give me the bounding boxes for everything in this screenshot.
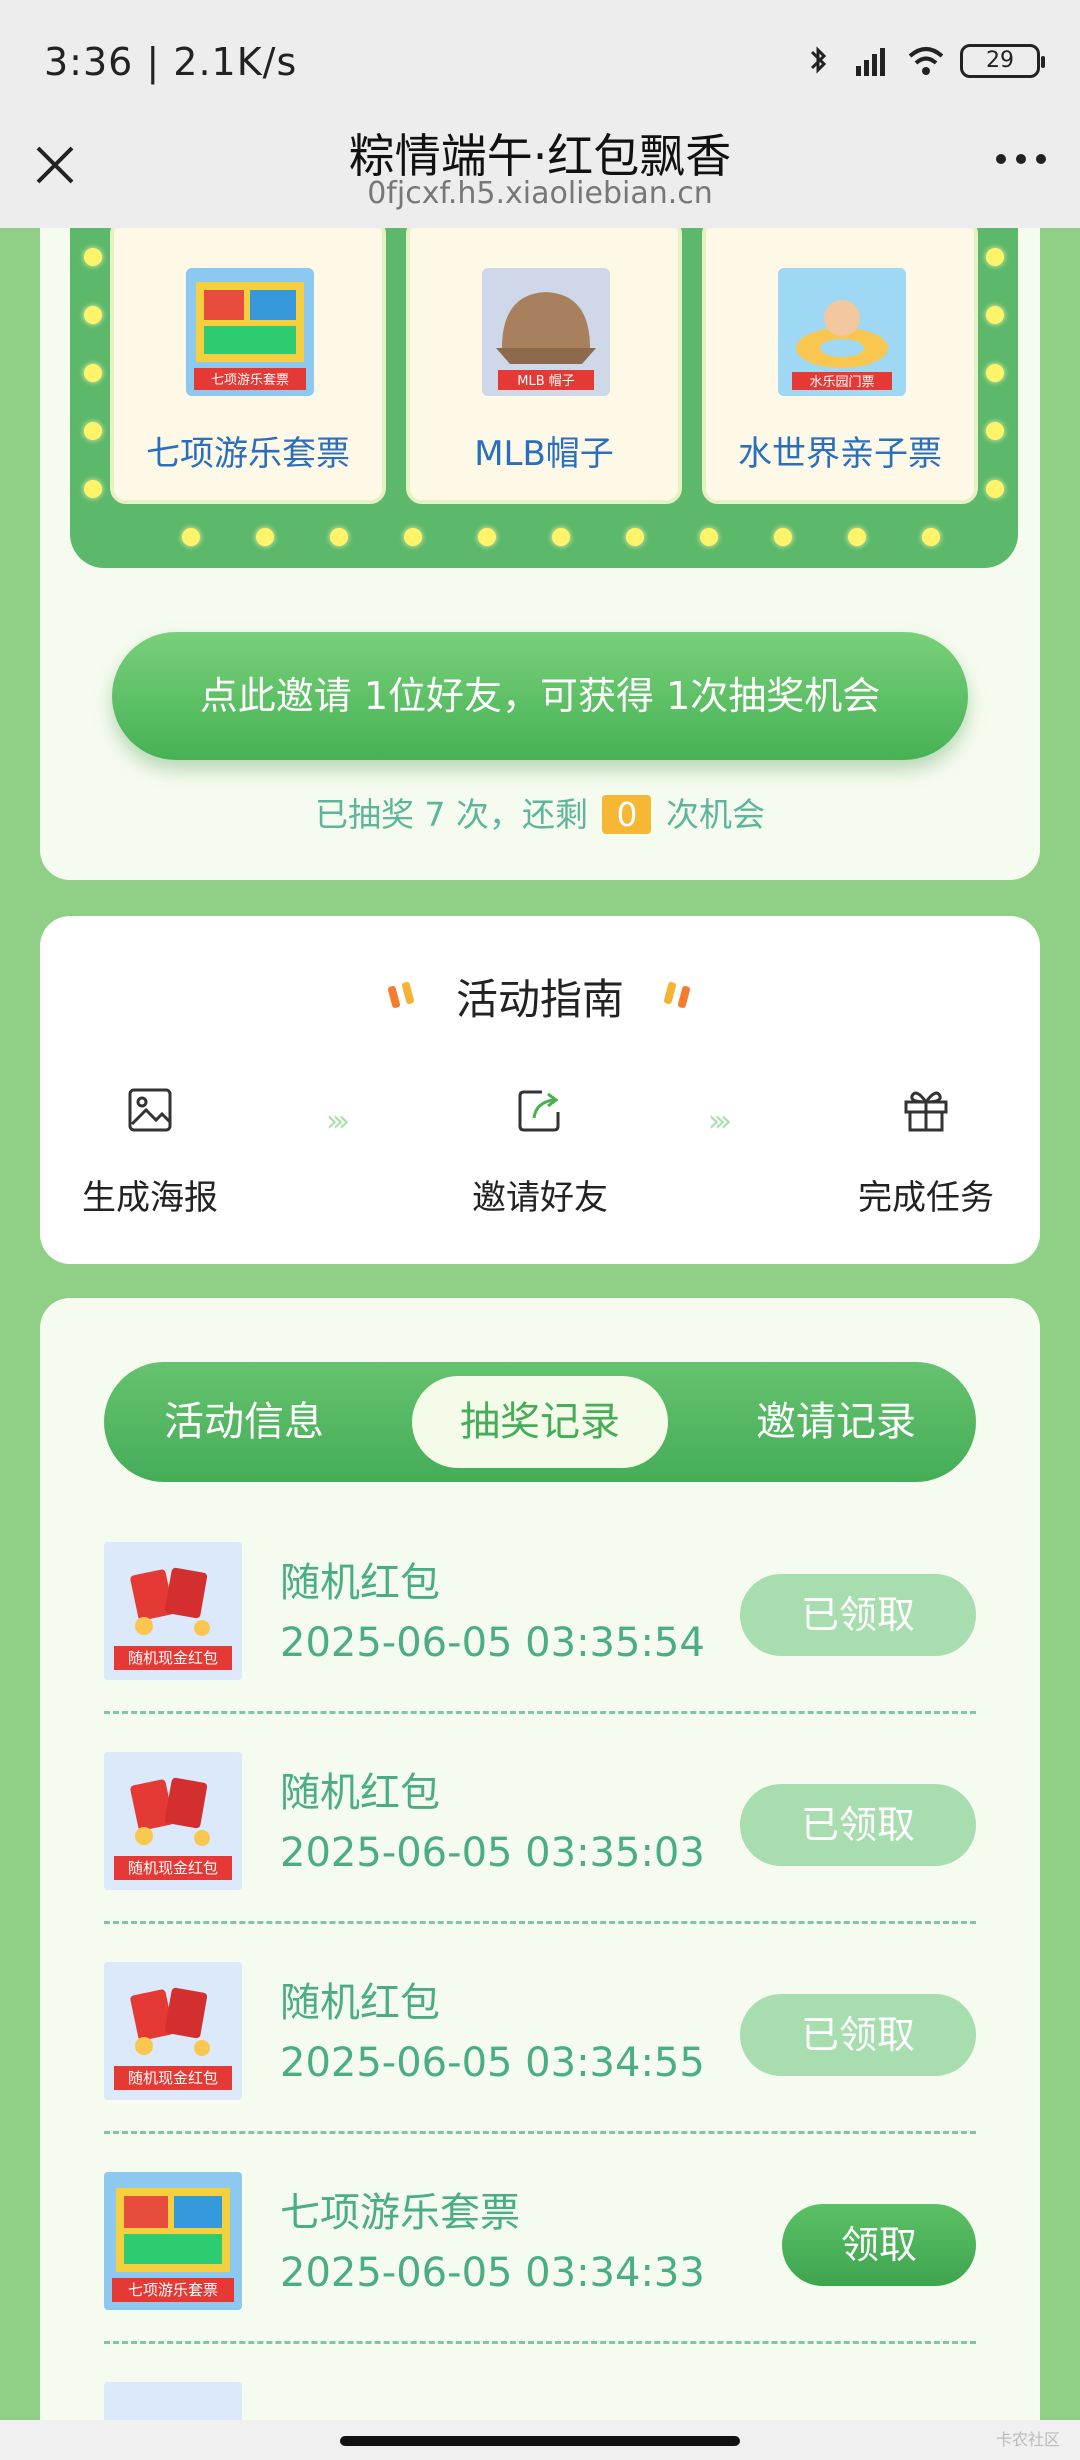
draw-count-prefix: 已抽奖 7 次，还剩 bbox=[315, 795, 588, 834]
remaining-count-badge: 0 bbox=[602, 795, 652, 834]
record-image-label: 七项游乐套票 bbox=[128, 2281, 218, 2299]
list-item: 随机现金红包 随机红包 2025-06-05 03:35:54 已领取 bbox=[104, 1504, 976, 1714]
partial-record-image bbox=[104, 2382, 242, 2420]
red-envelope-image: 随机现金红包 bbox=[104, 1752, 242, 1890]
page-content: 七项游乐套票 七项游乐套票 MLB 帽子 MLB帽子 水乐园门票 水世界亲子票 … bbox=[0, 228, 1080, 2420]
step-label: 完成任务 bbox=[858, 1178, 994, 1218]
list-item: 七项游乐套票 七项游乐套票 2025-06-05 03:34:33 领取 bbox=[104, 2134, 976, 2344]
poster-icon bbox=[128, 1088, 172, 1132]
nav-bar: 粽情端午·红包飘香 0fjcxf.h5.xiaoliebian.cn bbox=[0, 118, 1080, 228]
right-decoration-icon bbox=[663, 982, 691, 1008]
bluetooth-icon bbox=[810, 46, 827, 74]
prize-name: 七项游乐套票 bbox=[146, 434, 350, 474]
draw-count-info: 已抽奖 7 次，还剩 0 次机会 bbox=[40, 788, 1040, 836]
prize-image-label: 水乐园门票 bbox=[809, 375, 874, 390]
prize-card: 七项游乐套票 七项游乐套票 MLB 帽子 MLB帽子 水乐园门票 水世界亲子票 … bbox=[40, 228, 1040, 880]
watermark: 卡农社区 bbox=[995, 2430, 1060, 2449]
prize-item[interactable]: MLB 帽子 MLB帽子 bbox=[406, 228, 682, 504]
prize-item[interactable]: 七项游乐套票 七项游乐套票 bbox=[110, 228, 386, 504]
step-arrow-icon: ››› bbox=[708, 1104, 732, 1139]
prize-name: 水世界亲子票 bbox=[738, 434, 942, 474]
guide-step-invite: 邀请好友 bbox=[430, 1084, 650, 1219]
guide-step-complete: 完成任务 bbox=[816, 1084, 1036, 1219]
list-item bbox=[104, 2344, 976, 2420]
wifi-icon bbox=[908, 47, 944, 75]
claim-button[interactable]: 领取 bbox=[782, 2204, 976, 2286]
claimed-button[interactable]: 已领取 bbox=[740, 1574, 976, 1656]
signal-icon bbox=[856, 48, 885, 76]
record-time: 2025-06-05 03:34:33 bbox=[280, 2250, 705, 2296]
tab-invite-records[interactable]: 邀请记录 bbox=[696, 1362, 976, 1482]
ticket-package-image: 七项游乐套票 bbox=[186, 268, 314, 396]
list-item: 随机现金红包 随机红包 2025-06-05 03:34:55 已领取 bbox=[104, 1924, 976, 2134]
record-image-label: 随机现金红包 bbox=[128, 2069, 218, 2087]
claimed-button[interactable]: 已领取 bbox=[740, 1994, 976, 2076]
guide-title: 活动指南 bbox=[455, 975, 624, 1024]
step-arrow-icon: ››› bbox=[326, 1104, 350, 1139]
record-image-label: 随机现金红包 bbox=[128, 1649, 218, 1667]
record-time: 2025-06-05 03:35:54 bbox=[280, 1620, 705, 1666]
activity-guide-card: 活动指南 生成海报 ››› 邀请好友 ››› 完成任务 bbox=[40, 916, 1040, 1264]
tab-activity-info[interactable]: 活动信息 bbox=[104, 1362, 384, 1482]
draw-count-suffix: 次机会 bbox=[665, 795, 765, 834]
more-menu-icon[interactable] bbox=[996, 154, 1046, 164]
status-time-speed: 3:36 | 2.1K/s bbox=[44, 40, 298, 84]
water-park-ticket-image: 水乐园门票 bbox=[778, 268, 906, 396]
invite-friend-button[interactable]: 点此邀请 1位好友，可获得 1次抽奖机会 bbox=[112, 632, 968, 760]
ticket-package-image: 七项游乐套票 bbox=[104, 2172, 242, 2310]
claimed-button[interactable]: 已领取 bbox=[740, 1784, 976, 1866]
record-time: 2025-06-05 03:34:55 bbox=[280, 2040, 705, 2086]
red-envelope-image: 随机现金红包 bbox=[104, 1542, 242, 1680]
home-indicator[interactable] bbox=[340, 2436, 740, 2446]
prize-board: 七项游乐套票 七项游乐套票 MLB 帽子 MLB帽子 水乐园门票 水世界亲子票 bbox=[70, 228, 1018, 568]
share-icon bbox=[518, 1090, 560, 1132]
prize-name: MLB帽子 bbox=[474, 434, 614, 474]
status-icons: 29 bbox=[798, 44, 1045, 78]
status-bar: 3:36 | 2.1K/s 29 bbox=[0, 0, 1080, 118]
mlb-hat-image: MLB 帽子 bbox=[482, 268, 610, 396]
page-url: 0fjcxf.h5.xiaoliebian.cn bbox=[367, 176, 713, 211]
step-label: 生成海报 bbox=[82, 1178, 218, 1218]
record-image-label: 随机现金红包 bbox=[128, 1859, 218, 1877]
guide-step-poster: 生成海报 bbox=[40, 1084, 260, 1219]
prize-image-label: MLB 帽子 bbox=[517, 373, 575, 389]
record-prize-name: 随机红包 bbox=[280, 1560, 440, 1606]
prize-image-label: 七项游乐套票 bbox=[211, 372, 289, 388]
gift-icon bbox=[904, 1091, 948, 1132]
record-time: 2025-06-05 03:35:03 bbox=[280, 1830, 705, 1876]
record-prize-name: 随机红包 bbox=[280, 1980, 440, 2026]
tab-draw-records[interactable]: 抽奖记录 bbox=[412, 1376, 668, 1468]
step-label: 邀请好友 bbox=[472, 1178, 608, 1218]
prize-item[interactable]: 水乐园门票 水世界亲子票 bbox=[702, 228, 978, 504]
battery-icon: 29 bbox=[960, 44, 1045, 78]
record-tabs: 活动信息 抽奖记录 邀请记录 bbox=[104, 1362, 976, 1482]
record-prize-name: 七项游乐套票 bbox=[280, 2190, 520, 2236]
record-prize-name: 随机红包 bbox=[280, 1770, 440, 1816]
red-envelope-image: 随机现金红包 bbox=[104, 1962, 242, 2100]
list-item: 随机现金红包 随机红包 2025-06-05 03:35:03 已领取 bbox=[104, 1714, 976, 1924]
records-card: 活动信息 抽奖记录 邀请记录 随机现金红包 随机红包 2025-06-05 03… bbox=[40, 1298, 1040, 2420]
gesture-bar: 卡农社区 bbox=[0, 2420, 1080, 2460]
